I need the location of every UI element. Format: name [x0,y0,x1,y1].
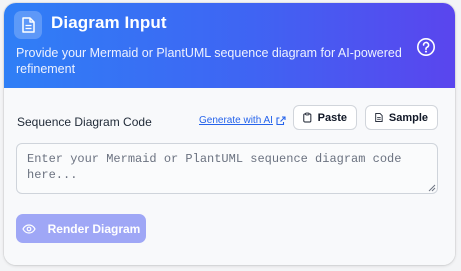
code-field-label: Sequence Diagram Code [17,115,152,129]
diagram-code-textarea[interactable] [16,143,438,194]
document-text-icon [375,112,383,123]
generate-link-label: Generate with AI [199,115,273,126]
render-button-label: Render Diagram [47,221,141,236]
render-diagram-button[interactable]: Render Diagram [16,214,146,243]
clipboard-icon [303,112,312,123]
generate-with-ai-link[interactable]: Generate with AI [199,115,286,126]
help-circle-icon[interactable] [415,36,437,58]
paste-button[interactable]: Paste [293,105,357,130]
document-icon [14,11,42,39]
card-title: Diagram Input [51,13,167,32]
diagram-input-card: Diagram Input Provide your Mermaid or Pl… [4,3,455,265]
card-subtitle: Provide your Mermaid or PlantUML sequenc… [16,46,402,76]
eye-icon [21,223,36,234]
sample-button[interactable]: Sample [365,105,438,130]
external-link-icon [276,115,286,125]
sample-button-label: Sample [388,111,428,124]
paste-button-label: Paste [317,111,347,124]
card-header: Diagram Input Provide your Mermaid or Pl… [4,3,455,88]
